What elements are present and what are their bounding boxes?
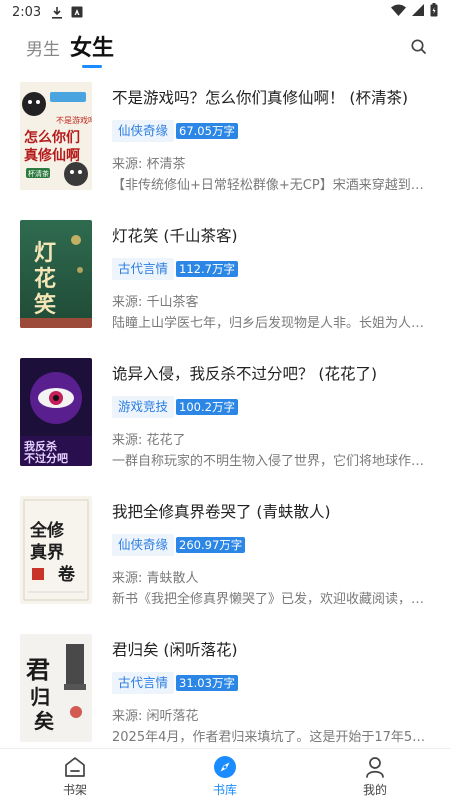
tab-indicator xyxy=(82,65,102,68)
book-cover: 全修 真界 卷 xyxy=(20,496,92,604)
book-tags: 仙侠奇缘 260.97万字 xyxy=(112,534,246,556)
book-cover: 君 归 矣 xyxy=(20,634,92,742)
svg-text:全修: 全修 xyxy=(29,520,65,541)
svg-text:真修仙啊: 真修仙啊 xyxy=(24,147,80,164)
app-notification-icon xyxy=(71,6,83,18)
person-icon xyxy=(363,755,387,779)
svg-text:我反杀: 我反杀 xyxy=(24,439,57,453)
wifi-icon xyxy=(391,4,406,20)
word-count-badge: 260.97万字 xyxy=(176,537,246,553)
svg-text:矣: 矣 xyxy=(34,709,54,733)
book-source: 来源: 闲听落花 xyxy=(112,709,199,724)
nav-library[interactable]: 书库 xyxy=(195,755,255,798)
book-cover: 我反杀 不过分吧 xyxy=(20,358,92,466)
word-count-badge: 31.03万字 xyxy=(176,675,238,691)
category-tag: 仙侠奇缘 xyxy=(112,534,175,556)
word-count-badge: 67.05万字 xyxy=(176,123,238,139)
svg-text:归: 归 xyxy=(30,685,50,709)
book-description: 一群自称玩家的不明生物入侵了世界，它们将地球作… xyxy=(112,454,425,469)
tab-female[interactable]: 女生 xyxy=(70,30,114,62)
bookshelf-icon xyxy=(63,755,87,779)
svg-text:笑: 笑 xyxy=(34,292,56,318)
cover-author: 杯清茶 xyxy=(28,169,49,178)
status-time: 2:03 xyxy=(12,4,42,20)
word-count-badge: 100.2万字 xyxy=(176,399,238,415)
book-title: 诡异入侵，我反杀不过分吧？ (花花了) xyxy=(112,365,378,383)
book-item[interactable]: 全修 真界 卷 我把全修真界卷哭了 (青蚨散人) 仙侠奇缘 260.97万字 来… xyxy=(0,490,450,628)
compass-icon xyxy=(213,755,237,779)
svg-text:怎么你们: 怎么你们 xyxy=(24,129,80,146)
tab-male[interactable]: 男生 xyxy=(26,35,60,60)
nav-label: 书库 xyxy=(212,783,237,797)
book-source: 来源: 千山茶客 xyxy=(112,295,199,310)
book-description: 2025年4月，作者君归来填坑了。这是开始于17年5月… xyxy=(112,730,426,745)
svg-text:不过分吧: 不过分吧 xyxy=(24,451,68,465)
book-description: 陆瞳上山学医七年，归乡后发现物是人非。长姐为人… xyxy=(112,316,425,331)
search-button[interactable] xyxy=(410,38,428,56)
search-icon xyxy=(411,39,426,54)
nav-profile[interactable]: 我的 xyxy=(345,755,405,798)
svg-text:卷: 卷 xyxy=(57,564,76,585)
nav-label: 书架 xyxy=(62,783,87,797)
nav-label: 我的 xyxy=(362,783,387,797)
book-tags: 游戏竞技 100.2万字 xyxy=(112,396,238,418)
book-cover: 不是游戏吗？ 怎么你们 真修仙啊 杯清茶 xyxy=(20,82,92,190)
book-title: 君归矣 (闲听落花) xyxy=(112,641,238,659)
category-tag: 古代言情 xyxy=(112,672,175,694)
word-count-badge: 112.7万字 xyxy=(176,261,238,277)
book-tags: 仙侠奇缘 67.05万字 xyxy=(112,120,238,142)
download-icon xyxy=(51,6,63,19)
book-description: 新书《我把全修真界懒哭了》已发，欢迎收藏阅读，… xyxy=(112,592,425,607)
book-list: 不是游戏吗？ 怎么你们 真修仙啊 杯清茶 不是游戏吗？怎么你们真修仙啊！ (杯清… xyxy=(0,72,450,748)
book-item[interactable]: 君 归 矣 君归矣 (闲听落花) 古代言情 31.03万字 来源: 闲听落花 2… xyxy=(0,628,450,748)
category-tag: 游戏竞技 xyxy=(112,396,175,418)
book-item[interactable]: 不是游戏吗？ 怎么你们 真修仙啊 杯清茶 不是游戏吗？怎么你们真修仙啊！ (杯清… xyxy=(0,76,450,214)
cover-text: 不是游戏吗？ xyxy=(56,115,92,125)
book-tags: 古代言情 31.03万字 xyxy=(112,672,238,694)
svg-text:君: 君 xyxy=(26,655,50,684)
battery-icon xyxy=(430,3,438,21)
book-item[interactable]: 我反杀 不过分吧 诡异入侵，我反杀不过分吧？ (花花了) 游戏竞技 100.2万… xyxy=(0,352,450,490)
book-title: 不是游戏吗？怎么你们真修仙啊！ (杯清茶) xyxy=(112,89,409,107)
book-cover: 灯 花 笑 xyxy=(20,220,92,328)
svg-text:花: 花 xyxy=(34,266,56,292)
book-source: 来源: 花花了 xyxy=(112,433,186,448)
book-title: 我把全修真界卷哭了 (青蚨散人) xyxy=(112,503,331,521)
book-tags: 古代言情 112.7万字 xyxy=(112,258,238,280)
svg-text:真界: 真界 xyxy=(30,542,64,563)
status-bar: 2:03 xyxy=(0,0,450,24)
book-item[interactable]: 灯 花 笑 灯花笑 (千山茶客) 古代言情 112.7万字 来源: 千山茶客 陆… xyxy=(0,214,450,352)
svg-text:灯: 灯 xyxy=(34,240,56,266)
top-tab-bar: 男生 女生 xyxy=(0,28,450,72)
book-source: 来源: 杯清茶 xyxy=(112,157,186,172)
book-title: 灯花笑 (千山茶客) xyxy=(112,227,238,245)
signal-icon xyxy=(412,4,424,20)
category-tag: 仙侠奇缘 xyxy=(112,120,175,142)
category-tag: 古代言情 xyxy=(112,258,175,280)
book-description: 【非传统修仙+日常轻松群像+无CP】宋酒来穿越到修… xyxy=(112,178,426,193)
bottom-nav: 书架 书库 我的 xyxy=(0,748,450,800)
book-source: 来源: 青蚨散人 xyxy=(112,571,199,586)
nav-bookshelf[interactable]: 书架 xyxy=(45,755,105,798)
